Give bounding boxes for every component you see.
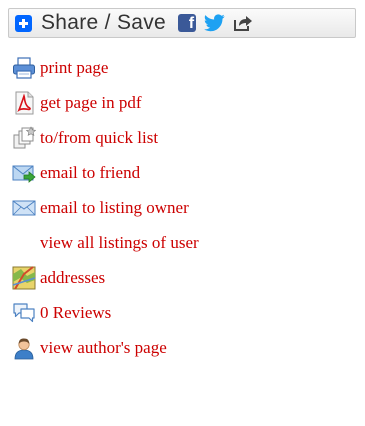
view-all-listings-link[interactable]: view all listings of user bbox=[40, 233, 199, 253]
share-arrow-icon[interactable] bbox=[233, 14, 253, 32]
list-item-pdf[interactable]: get page in pdf bbox=[12, 91, 142, 115]
user-icon bbox=[12, 336, 36, 360]
twitter-icon[interactable] bbox=[204, 14, 225, 32]
email-friend-link[interactable]: email to friend bbox=[40, 163, 140, 183]
printer-icon bbox=[12, 56, 36, 80]
plus-icon[interactable] bbox=[15, 14, 32, 32]
blank-icon bbox=[12, 231, 36, 255]
quick-list-link[interactable]: to/from quick list bbox=[40, 128, 158, 148]
email-owner-link[interactable]: email to listing owner bbox=[40, 198, 189, 218]
get-pdf-link[interactable]: get page in pdf bbox=[40, 93, 142, 113]
list-item-addresses[interactable]: addresses bbox=[12, 266, 105, 290]
reviews-link[interactable]: 0 Reviews bbox=[40, 303, 111, 323]
envelope-icon bbox=[12, 196, 36, 220]
print-page-link[interactable]: print page bbox=[40, 58, 108, 78]
email-forward-icon bbox=[12, 161, 36, 185]
list-item-print[interactable]: print page bbox=[12, 56, 108, 80]
quick-list-icon bbox=[12, 126, 36, 150]
list-item-email-friend[interactable]: email to friend bbox=[12, 161, 140, 185]
list-item-view-listings[interactable]: view all listings of user bbox=[12, 231, 199, 255]
addresses-link[interactable]: addresses bbox=[40, 268, 105, 288]
pdf-icon bbox=[12, 91, 36, 115]
comments-icon bbox=[12, 301, 36, 325]
map-icon bbox=[12, 266, 36, 290]
share-save-label[interactable]: Share / Save bbox=[41, 11, 166, 35]
list-item-author[interactable]: view author's page bbox=[12, 336, 167, 360]
list-item-email-owner[interactable]: email to listing owner bbox=[12, 196, 189, 220]
list-item-reviews[interactable]: 0 Reviews bbox=[12, 301, 111, 325]
share-save-bar[interactable]: Share / Save f bbox=[8, 8, 356, 38]
facebook-icon[interactable]: f bbox=[178, 14, 197, 32]
list-item-quick-list[interactable]: to/from quick list bbox=[12, 126, 158, 150]
author-page-link[interactable]: view author's page bbox=[40, 338, 167, 358]
social-icons: f bbox=[178, 14, 253, 32]
